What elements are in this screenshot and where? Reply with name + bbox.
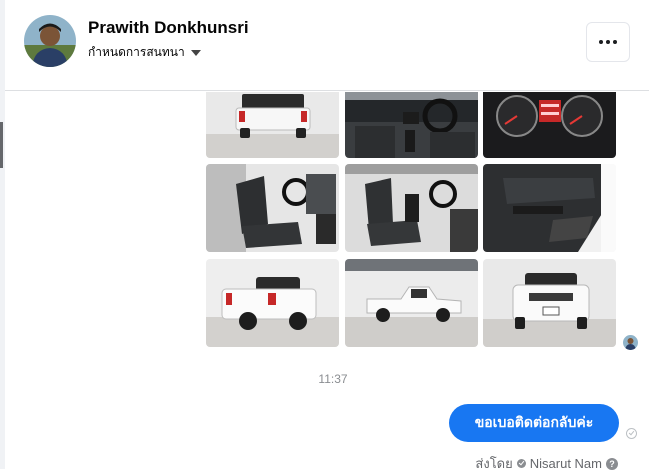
message-timestamp: 11:37 [318,372,348,386]
avatar[interactable] [24,15,76,67]
caret-down-icon [190,49,201,56]
conversation-schedule-toggle[interactable]: กำหนดการสนทนา [88,43,201,62]
photo-truck-rear-studio[interactable] [206,92,339,158]
seen-avatar [623,335,638,350]
conversation-schedule-label: กำหนดการสนทนา [88,45,185,59]
more-options-button[interactable] [586,22,630,62]
photo-door-panel[interactable] [483,164,616,252]
check-circle-icon [516,459,526,468]
photo-dashboard[interactable] [345,92,478,158]
photo-gallery [0,92,649,352]
contact-name[interactable]: Prawith Donkhunsri [88,18,249,38]
photo-truck-rear-three-quarter[interactable] [206,259,339,347]
sent-by-label: ส่งโดย [475,456,513,471]
sent-by-line: ส่งโดย Nisarut Nam ? [475,453,618,474]
help-icon[interactable]: ? [606,457,618,470]
conversation-header: Prawith Donkhunsri กำหนดการสนทนา [5,0,649,91]
photo-truck-front[interactable] [483,259,616,347]
photo-driver-seat[interactable] [206,164,339,252]
photo-gauges[interactable] [483,92,616,158]
photo-truck-side[interactable] [345,259,478,347]
message-text: ขอเบอติดต่อกลับค่ะ [474,414,594,430]
sent-status-icon [626,428,637,439]
more-horizontal-icon [599,40,603,44]
photo-cab-interior[interactable] [345,164,478,252]
message-bubble[interactable]: ขอเบอติดต่อกลับค่ะ [449,404,619,442]
